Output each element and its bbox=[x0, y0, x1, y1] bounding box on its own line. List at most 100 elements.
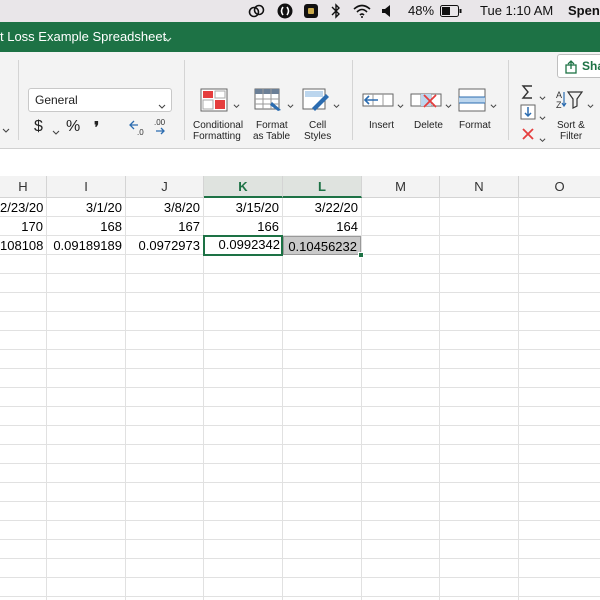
delete-cells-icon[interactable] bbox=[410, 90, 442, 115]
format-label[interactable]: Format bbox=[459, 120, 491, 131]
cell-k2[interactable]: 166 bbox=[204, 217, 282, 236]
chevron-down-icon[interactable] bbox=[539, 109, 546, 121]
svg-text:Z: Z bbox=[556, 100, 562, 110]
ribbon-divider bbox=[18, 60, 19, 140]
delete-label[interactable]: Delete bbox=[414, 120, 443, 131]
insert-label[interactable]: Insert bbox=[369, 120, 394, 131]
increase-decimal-icon[interactable]: .0 bbox=[128, 118, 146, 141]
grid-line bbox=[0, 463, 600, 464]
chevron-down-icon[interactable] bbox=[2, 122, 10, 140]
cell-i3[interactable]: 0.09189189 bbox=[47, 236, 125, 255]
cell-l3-selected[interactable]: 0.10456232 bbox=[283, 236, 361, 255]
grid-line bbox=[0, 577, 600, 578]
column-header-m[interactable]: M bbox=[362, 176, 440, 198]
ribbon-divider bbox=[352, 60, 353, 140]
sort-filter-label-1[interactable]: Sort & bbox=[557, 120, 585, 131]
chevron-down-icon[interactable] bbox=[163, 32, 173, 42]
grid-line bbox=[0, 520, 600, 521]
document-title[interactable]: t Loss Example Spreadsheet bbox=[0, 29, 166, 44]
format-cells-icon[interactable] bbox=[458, 88, 486, 117]
column-header-row: H I J K L M N O bbox=[0, 176, 600, 198]
svg-text:A: A bbox=[556, 90, 562, 100]
chevron-down-icon[interactable] bbox=[539, 131, 546, 143]
column-header-l[interactable]: L bbox=[283, 176, 362, 198]
cell-i2[interactable]: 168 bbox=[47, 217, 125, 236]
cell-styles-icon[interactable] bbox=[302, 88, 330, 117]
fill-handle[interactable] bbox=[358, 252, 364, 258]
autosum-icon[interactable] bbox=[520, 84, 536, 105]
grid-line bbox=[0, 330, 600, 331]
cell-k3-active[interactable]: 0.0992342 bbox=[203, 235, 283, 256]
menu-bar-user[interactable]: Spen bbox=[568, 3, 600, 19]
grid-line bbox=[0, 539, 600, 540]
column-header-o[interactable]: O bbox=[519, 176, 600, 198]
comma-style-button[interactable]: ❜ bbox=[94, 118, 99, 138]
chevron-down-icon[interactable] bbox=[397, 97, 404, 109]
grid-line bbox=[0, 596, 600, 597]
creative-cloud-icon[interactable] bbox=[248, 3, 266, 19]
grid-line bbox=[0, 558, 600, 559]
app-status-icon[interactable] bbox=[302, 3, 320, 19]
cell-styles-label-2[interactable]: Styles bbox=[304, 131, 331, 142]
cell-h1[interactable]: 2/23/20 bbox=[0, 198, 46, 217]
wifi-icon[interactable] bbox=[352, 3, 372, 19]
cell-h3[interactable]: 108108 bbox=[0, 236, 46, 255]
ribbon: Sha General $ % ❜ .0 .00 bbox=[0, 52, 600, 149]
column-header-n[interactable]: N bbox=[440, 176, 519, 198]
grid-line bbox=[0, 406, 600, 407]
excel-window: 48% Tue 1:10 AM Spen t Loss Example Spre… bbox=[0, 0, 600, 600]
chevron-down-icon[interactable] bbox=[287, 97, 294, 109]
sort-filter-icon[interactable]: AZ bbox=[556, 88, 584, 115]
conditional-formatting-icon[interactable] bbox=[200, 88, 228, 117]
format-as-table-label-2[interactable]: as Table bbox=[253, 131, 290, 142]
cell-j2[interactable]: 167 bbox=[126, 217, 203, 236]
cell-i1[interactable]: 3/1/20 bbox=[47, 198, 125, 217]
percent-format-button[interactable]: % bbox=[66, 118, 80, 136]
cell-l1[interactable]: 3/22/20 bbox=[283, 198, 361, 217]
grid-line bbox=[0, 311, 600, 312]
column-header-j[interactable]: J bbox=[126, 176, 204, 198]
volume-icon[interactable] bbox=[380, 3, 394, 19]
grid-line bbox=[0, 482, 600, 483]
battery-icon[interactable] bbox=[440, 3, 462, 19]
format-as-table-icon[interactable] bbox=[254, 88, 284, 117]
cell-j3[interactable]: 0.0972973 bbox=[126, 236, 203, 255]
share-button[interactable]: Sha bbox=[557, 54, 600, 78]
chevron-down-icon[interactable] bbox=[52, 124, 60, 142]
cell-h2[interactable]: 170 bbox=[0, 217, 46, 236]
shazam-icon[interactable] bbox=[276, 3, 294, 19]
conditional-formatting-label-1[interactable]: Conditional bbox=[193, 120, 243, 131]
fill-icon[interactable] bbox=[520, 104, 536, 125]
grid-line bbox=[0, 292, 600, 293]
column-header-h[interactable]: H bbox=[0, 176, 47, 198]
grid-line bbox=[0, 368, 600, 369]
share-label: Sha bbox=[582, 59, 600, 73]
chevron-down-icon[interactable] bbox=[490, 97, 497, 109]
battery-percent: 48% bbox=[408, 3, 435, 18]
bluetooth-icon[interactable] bbox=[330, 3, 342, 19]
cell-k1[interactable]: 3/15/20 bbox=[204, 198, 282, 217]
cell-l2[interactable]: 164 bbox=[283, 217, 361, 236]
decrease-decimal-icon[interactable]: .00 bbox=[152, 118, 170, 141]
cell-j1[interactable]: 3/8/20 bbox=[126, 198, 203, 217]
chevron-down-icon[interactable] bbox=[333, 97, 340, 109]
cell-grid[interactable]: 2/23/20 3/1/20 3/8/20 3/15/20 3/22/20 17… bbox=[0, 198, 600, 600]
cell-styles-label-1[interactable]: Cell bbox=[309, 120, 326, 131]
sort-filter-label-2[interactable]: Filter bbox=[560, 131, 582, 142]
clear-icon[interactable] bbox=[520, 126, 536, 147]
insert-cells-icon[interactable] bbox=[362, 90, 394, 115]
chevron-down-icon[interactable] bbox=[539, 89, 546, 101]
currency-format-button[interactable]: $ bbox=[34, 118, 43, 136]
number-format-select[interactable]: General bbox=[28, 88, 172, 112]
macos-menu-bar: 48% Tue 1:10 AM Spen bbox=[0, 0, 600, 22]
column-header-k[interactable]: K bbox=[204, 176, 283, 198]
ribbon-divider bbox=[508, 60, 509, 140]
column-header-i[interactable]: I bbox=[47, 176, 126, 198]
chevron-down-icon[interactable] bbox=[587, 97, 594, 109]
chevron-down-icon[interactable] bbox=[445, 97, 452, 109]
menu-bar-clock[interactable]: Tue 1:10 AM bbox=[480, 3, 553, 19]
conditional-formatting-label-2[interactable]: Formatting bbox=[193, 131, 241, 142]
format-as-table-label-1[interactable]: Format bbox=[256, 120, 288, 131]
chevron-down-icon bbox=[158, 96, 166, 109]
chevron-down-icon[interactable] bbox=[233, 97, 240, 109]
